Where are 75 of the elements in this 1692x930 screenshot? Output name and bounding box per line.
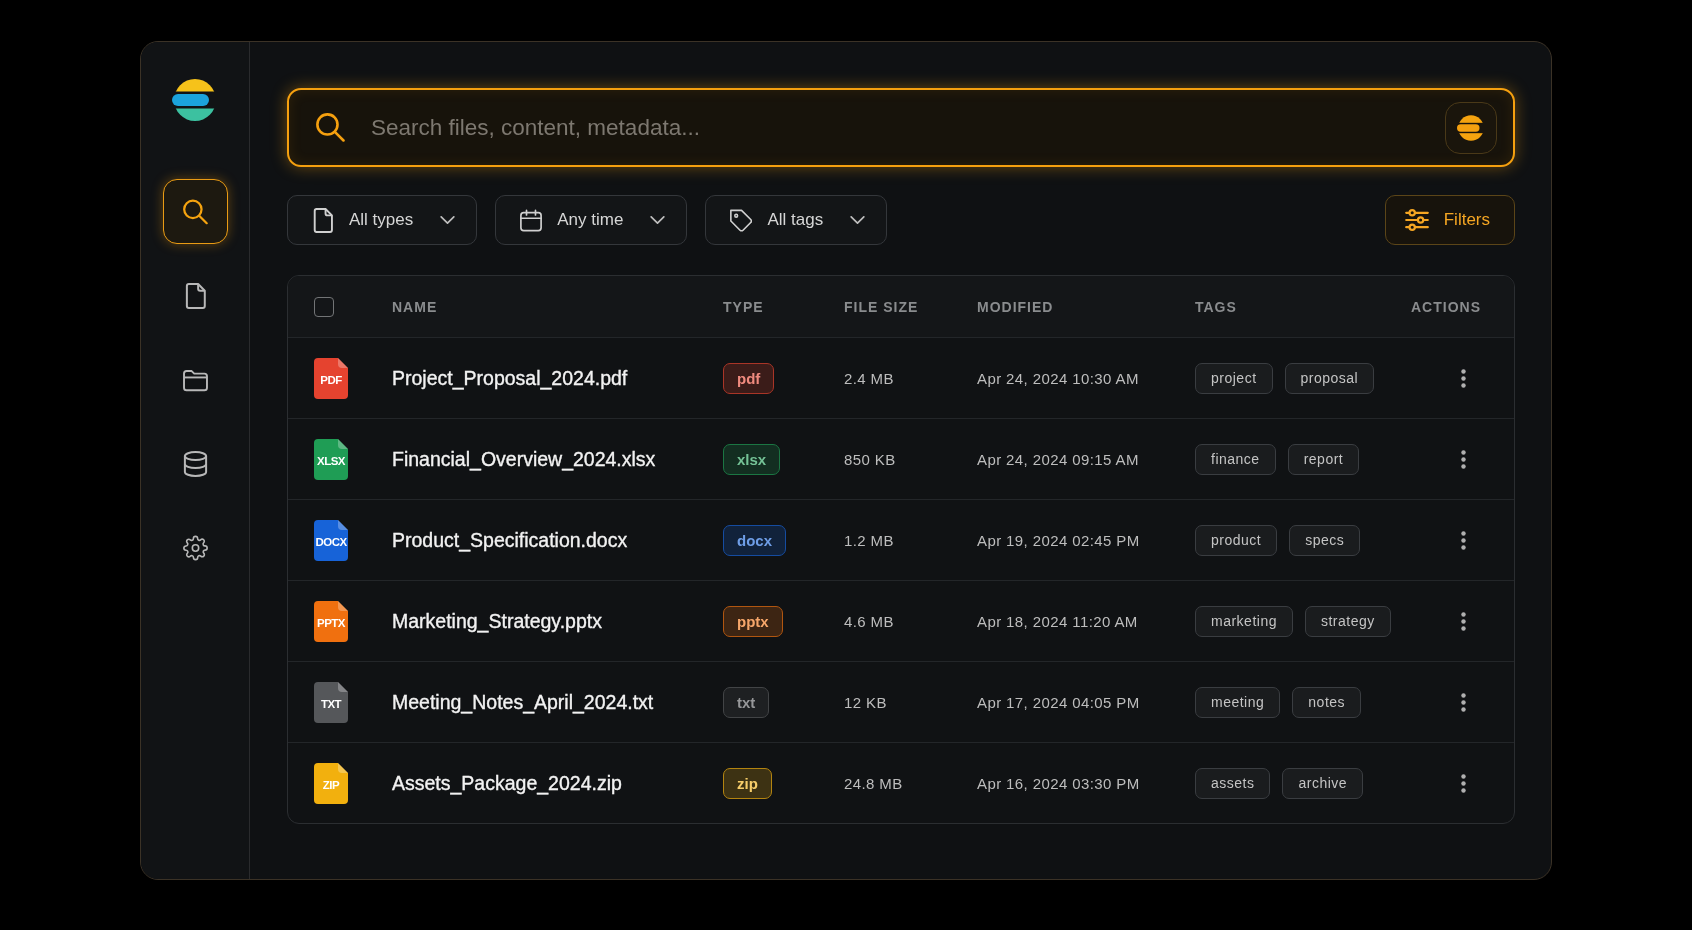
chevron-down-icon <box>440 216 456 224</box>
column-header: MODIFIED <box>977 298 1055 315</box>
tag-chip: marketing <box>1195 605 1293 637</box>
calendar-icon <box>520 207 543 233</box>
modified-date: Apr 18, 2024 11:20 AM <box>977 612 1139 630</box>
file-size: 2.4 MB <box>844 369 895 387</box>
column-header: TAGS <box>1195 298 1238 315</box>
file-name: Financial_Overview_2024.xlsx <box>392 447 657 471</box>
logo-button[interactable] <box>1445 101 1497 154</box>
tag-chip: proposal <box>1284 362 1375 394</box>
filters-button[interactable]: Filters <box>1384 195 1515 245</box>
tag-chip: meeting <box>1195 686 1281 718</box>
filter-dropdown[interactable]: All types <box>287 195 478 245</box>
file-name: Marketing_Strategy.pptx <box>392 609 603 633</box>
database-icon <box>182 450 208 477</box>
file-icon: DOCX <box>314 519 348 561</box>
tag-chip: archive <box>1282 767 1364 799</box>
sidebar-button[interactable] <box>162 179 228 244</box>
file-name: Assets_Package_2024.zip <box>392 771 623 795</box>
type-badge: txt <box>723 686 770 718</box>
modified-date: Apr 16, 2024 03:30 PM <box>977 774 1141 792</box>
file-size: 4.6 MB <box>844 612 895 630</box>
file-icon: TXT <box>314 681 348 723</box>
type-badge: xlsx <box>723 443 781 475</box>
file-size: 12 KB <box>844 693 888 711</box>
filter-dropdown[interactable]: All tags <box>705 195 888 245</box>
vertical-dots-icon <box>1460 530 1466 550</box>
search-icon <box>182 198 208 225</box>
tag-chip: assets <box>1195 767 1271 799</box>
sliders-icon <box>1404 209 1429 231</box>
vertical-dots-icon <box>1460 692 1466 712</box>
column-header: ACTIONS <box>1411 298 1482 315</box>
file-size: 24.8 MB <box>844 774 904 792</box>
modified-date: Apr 24, 2024 09:15 AM <box>977 450 1140 468</box>
file-name: Meeting_Notes_April_2024.txt <box>392 690 655 714</box>
tag-chip: product <box>1195 524 1278 556</box>
logo-icon <box>1457 113 1485 142</box>
tag-chip: report <box>1287 443 1360 475</box>
chevron-down-icon <box>850 216 866 224</box>
tag-chip: notes <box>1292 686 1362 718</box>
file-icon: PPTX <box>314 600 348 642</box>
file-name: Product_Specification.docx <box>392 528 629 552</box>
tag-chip: project <box>1195 362 1273 394</box>
filter-dropdown[interactable]: Any time <box>495 195 688 245</box>
gear-icon <box>182 534 208 561</box>
modified-date: Apr 19, 2024 02:45 PM <box>977 531 1141 549</box>
type-badge: pptx <box>723 605 783 637</box>
file-size: 1.2 MB <box>844 531 895 549</box>
tag-chip: specs <box>1289 524 1361 556</box>
file-name: Project_Proposal_2024.pdf <box>392 366 629 390</box>
tag-chip: finance <box>1195 443 1276 475</box>
vertical-dots-icon <box>1460 449 1466 469</box>
tag-icon <box>730 207 753 233</box>
modified-date: Apr 17, 2024 04:05 PM <box>977 693 1141 711</box>
type-badge: pdf <box>723 362 775 394</box>
vertical-dots-icon <box>1460 773 1466 793</box>
column-header: NAME <box>392 298 439 315</box>
modified-date: Apr 24, 2024 10:30 AM <box>977 369 1140 387</box>
file-size: 850 KB <box>844 450 897 468</box>
type-badge: docx <box>723 524 786 556</box>
search-field[interactable]: Search files, content, metadata... <box>287 88 1515 167</box>
search-input[interactable]: Search files, content, metadata... <box>371 107 1429 148</box>
vertical-dots-icon <box>1460 611 1466 631</box>
tag-chip: strategy <box>1304 605 1391 637</box>
file-icon: XLSX <box>314 438 348 480</box>
document-icon <box>312 207 334 233</box>
file-icon: PDF <box>314 357 348 399</box>
vertical-dots-icon <box>1460 368 1466 388</box>
select-all-checkbox[interactable] <box>314 296 334 317</box>
column-header: TYPE <box>723 298 765 315</box>
search-icon <box>316 113 345 142</box>
type-badge: zip <box>723 767 772 799</box>
chevron-down-icon <box>650 216 666 224</box>
file-icon: ZIP <box>314 762 348 804</box>
column-header: FILE SIZE <box>844 298 920 315</box>
